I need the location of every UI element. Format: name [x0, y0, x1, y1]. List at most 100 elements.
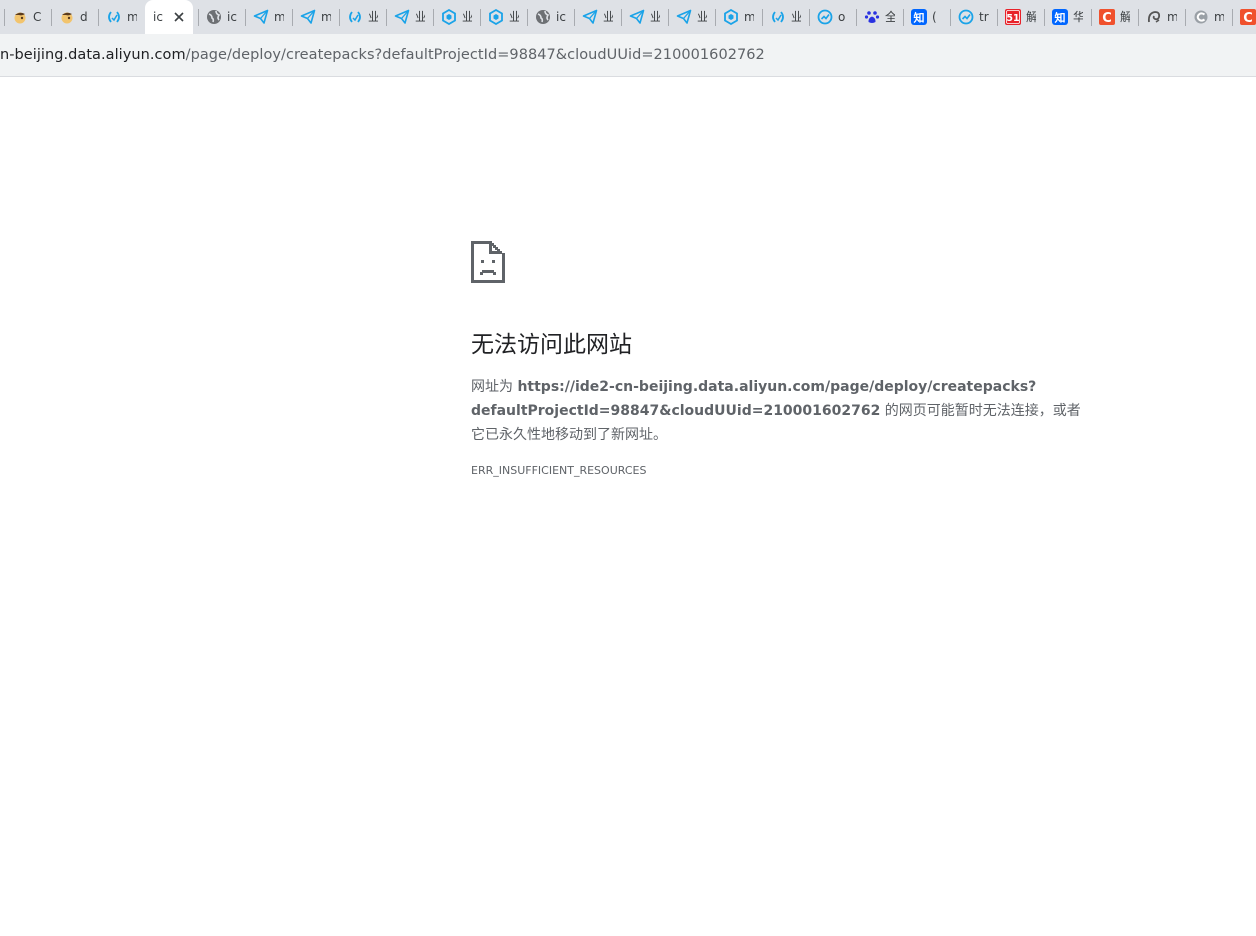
- tab[interactable]: d: [51, 0, 98, 34]
- url-path: /page/deploy/createpacks?defaultProjectI…: [185, 47, 765, 63]
- tab[interactable]: o: [809, 0, 856, 34]
- tab[interactable]: 知(: [903, 0, 950, 34]
- code-brackets-icon: [349, 11, 361, 23]
- tab-title: m: [321, 10, 331, 24]
- error-url-line1: https://ide2-cn-beijing.data.aliyun.com/…: [517, 379, 1037, 395]
- tab[interactable]: 业: [621, 0, 668, 34]
- tab[interactable]: m: [292, 0, 339, 34]
- tab-title: 华: [1073, 10, 1083, 24]
- tab[interactable]: ic: [527, 0, 574, 34]
- tab[interactable]: tr: [950, 0, 997, 34]
- code-brackets-icon: [772, 11, 784, 23]
- tab-title: 业: [650, 10, 660, 24]
- tab[interactable]: 业: [339, 0, 386, 34]
- tab-separator: [433, 9, 434, 26]
- tab[interactable]: C: [1232, 0, 1256, 34]
- tab-separator: [856, 9, 857, 26]
- tab-title: (: [932, 10, 937, 24]
- tab-separator: [1185, 9, 1186, 26]
- tab-separator: [574, 9, 575, 26]
- tab-strip: Cd m ic ic m m 业业业业 ic 业业业 m 业 o 全知(tr 51 解知华 C 解 m m C: [0, 0, 1256, 34]
- tab-separator: [527, 9, 528, 26]
- code-brackets-icon: [108, 11, 120, 23]
- zhihu-icon: 知: [911, 9, 927, 25]
- paper-plane-icon: [394, 9, 410, 24]
- svg-text:C: C: [1243, 11, 1253, 25]
- tab-title: C: [33, 10, 42, 24]
- tab[interactable]: ic: [198, 0, 245, 34]
- tab[interactable]: m: [1185, 0, 1232, 34]
- tab[interactable]: 51 解: [997, 0, 1044, 34]
- tab-separator: [903, 9, 904, 26]
- address-bar[interactable]: n-beijing.data.aliyun.com/page/deploy/cr…: [0, 45, 765, 65]
- tab[interactable]: 业: [386, 0, 433, 34]
- tab-separator: [198, 9, 199, 26]
- tab-title: m: [1214, 10, 1224, 24]
- tab-separator: [668, 9, 669, 26]
- tab-separator: [997, 9, 998, 26]
- tab[interactable]: C: [4, 0, 51, 34]
- tab-close-icon[interactable]: [171, 9, 187, 25]
- sad-document-icon: [471, 241, 505, 283]
- tab-title: ic: [227, 10, 237, 24]
- tab-separator: [4, 9, 5, 26]
- tab-title: o: [838, 10, 846, 24]
- error-code: ERR_INSUFFICIENT_RESOURCES: [471, 464, 647, 477]
- tab-title: 全: [885, 10, 895, 24]
- tab[interactable]: 业: [433, 0, 480, 34]
- tab-title: 业: [509, 10, 519, 24]
- svg-text:知: 知: [913, 11, 925, 25]
- svg-text:51: 51: [1006, 13, 1019, 24]
- hexagon-icon: [724, 9, 738, 25]
- tab-title: 业: [603, 10, 613, 24]
- tab-title: 业: [462, 10, 472, 24]
- swirl-icon: [1147, 11, 1161, 23]
- tab-title: d: [80, 10, 88, 24]
- tab[interactable]: 业: [668, 0, 715, 34]
- tab-separator: [1044, 9, 1045, 26]
- tab-separator: [715, 9, 716, 26]
- tab-title: 解: [1026, 10, 1036, 24]
- tab-title: 解: [1120, 10, 1130, 24]
- tab-title: ic: [556, 10, 566, 24]
- svg-text:C: C: [1102, 11, 1112, 25]
- url-host: n-beijing.data.aliyun.com: [0, 47, 186, 63]
- tab-title: tr: [979, 10, 989, 24]
- tab-title: m: [127, 10, 137, 24]
- tab[interactable]: m: [98, 0, 145, 34]
- tab[interactable]: 业: [574, 0, 621, 34]
- tab[interactable]: m: [1138, 0, 1185, 34]
- tab-title: 业: [415, 10, 425, 24]
- paper-plane-icon: [253, 9, 269, 24]
- error-page: 无法访问此网站 网址为 https://ide2-cn-beijing.data…: [0, 77, 1256, 936]
- tab-separator: [480, 9, 481, 26]
- tab[interactable]: m: [245, 0, 292, 34]
- tab[interactable]: m: [715, 0, 762, 34]
- tab-separator: [621, 9, 622, 26]
- error-url-line2: defaultProjectId=98847&cloudUUid=2100016…: [471, 403, 881, 419]
- hexagon-icon: [489, 9, 503, 25]
- squirrel-icon: [14, 12, 26, 24]
- globe-icon: [207, 10, 221, 24]
- tab-title: m: [274, 10, 284, 24]
- tab[interactable]: 业: [762, 0, 809, 34]
- c-gray-icon: [1194, 10, 1208, 24]
- tab-separator: [809, 9, 810, 26]
- tab-separator: [950, 9, 951, 26]
- tab[interactable]: 全: [856, 0, 903, 34]
- trend-circle-icon: [817, 9, 833, 25]
- trend-circle-icon: [958, 9, 974, 25]
- error-desc-prefix: 网址为: [471, 379, 518, 395]
- paper-plane-icon: [629, 9, 645, 24]
- paper-plane-icon: [300, 9, 316, 24]
- tab-separator: [98, 9, 99, 26]
- tab[interactable]: 知华: [1044, 0, 1091, 34]
- paper-plane-icon: [676, 9, 692, 24]
- tab-separator: [245, 9, 246, 26]
- svg-text:知: 知: [1054, 11, 1066, 25]
- tab[interactable]: C解: [1091, 0, 1138, 34]
- tab-active[interactable]: ic: [145, 0, 193, 34]
- tab[interactable]: 业: [480, 0, 527, 34]
- tab-separator: [292, 9, 293, 26]
- tab-separator: [339, 9, 340, 26]
